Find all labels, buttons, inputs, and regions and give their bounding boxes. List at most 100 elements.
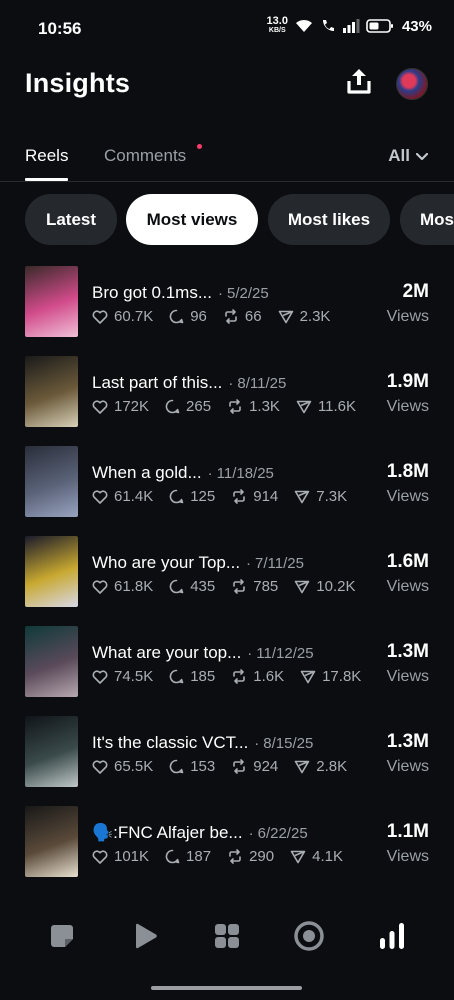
nav-reels[interactable] <box>127 920 163 956</box>
nav-target[interactable] <box>291 920 327 956</box>
reel-title-line: It's the classic VCT... · 8/15/25 <box>92 733 313 753</box>
shares-stat: 10.2K <box>294 578 355 595</box>
reel-row[interactable]: Bro got 0.1ms... · 5/2/25 60.7K 96 66 2.3K 2M Vi… <box>0 266 454 338</box>
signal-icon <box>342 18 360 34</box>
reposts-stat: 785 <box>231 578 278 595</box>
views-count: 1.8M <box>386 461 429 482</box>
nav-threads[interactable] <box>44 920 80 956</box>
chip-most-views[interactable]: Most views <box>126 194 258 245</box>
shares-count: 7.3K <box>316 488 348 505</box>
header: Insights <box>0 60 454 106</box>
reel-title-line: Last part of this... · 8/11/25 <box>92 373 286 393</box>
reel-row[interactable]: 🗣️:FNC Alfajer be... · 6/22/25 101K 187 290 4.… <box>0 806 454 878</box>
likes-stat: 65.5K <box>92 758 153 775</box>
comment-icon <box>169 579 184 594</box>
reposts-stat: 290 <box>227 848 274 865</box>
shares-count: 10.2K <box>316 578 356 595</box>
likes-count: 61.4K <box>114 488 154 505</box>
comment-icon <box>165 849 180 864</box>
views-label: Views <box>386 398 429 415</box>
likes-count: 61.8K <box>114 578 154 595</box>
reel-title-line: Who are your Top... · 7/11/25 <box>92 553 304 573</box>
title-separator-dot: · <box>228 375 234 392</box>
heart-icon <box>92 759 108 774</box>
shares-stat: 4.1K <box>290 848 343 865</box>
chip-latest[interactable]: Latest <box>25 194 117 245</box>
comment-icon <box>165 399 180 414</box>
reel-stats: 74.5K 185 1.6K 17.8K <box>92 668 377 685</box>
nav-grid[interactable] <box>209 920 245 956</box>
chip-more[interactable]: Mos <box>400 194 454 245</box>
views-count: 1.6M <box>386 551 429 572</box>
likes-count: 101K <box>114 848 150 865</box>
home-indicator[interactable] <box>151 986 302 990</box>
grid-icon <box>212 921 242 956</box>
status-icons: 13.0 KB/S 43% <box>266 15 432 35</box>
reel-title: Bro got 0.1ms... <box>92 283 212 302</box>
reel-stats: 172K 265 1.3K 11.6K <box>92 398 372 415</box>
reel-row[interactable]: Who are your Top... · 7/11/25 61.8K 435 785 10… <box>0 536 454 608</box>
net-speed-value: 13.0 <box>266 15 288 27</box>
filter-dropdown[interactable]: All <box>388 146 429 166</box>
heart-icon <box>92 489 108 504</box>
views-label: Views <box>386 758 429 775</box>
reposts-count: 1.6K <box>253 668 285 685</box>
comments-stat: 125 <box>169 488 215 505</box>
reel-title: Last part of this... <box>92 373 223 392</box>
reel-date: 6/22/25 <box>257 825 308 842</box>
views-count: 1.3M <box>386 641 429 662</box>
heart-icon <box>92 669 108 684</box>
reel-row[interactable]: Last part of this... · 8/11/25 172K 265 1.3K 1… <box>0 356 454 428</box>
reel-thumbnail <box>25 716 78 787</box>
share-icon <box>300 670 316 684</box>
reel-row[interactable]: It's the classic VCT... · 8/15/25 65.5K 153 9… <box>0 716 454 788</box>
views-label: Views <box>386 578 429 595</box>
reel-title-line: When a gold... · 11/18/25 <box>92 463 274 483</box>
shares-stat: 11.6K <box>296 398 356 415</box>
share-icon <box>294 580 310 594</box>
shares-count: 11.6K <box>317 398 357 415</box>
comments-stat: 265 <box>165 398 211 415</box>
title-separator-dot: · <box>207 465 213 482</box>
reel-title-line: What are your top... · 11/12/25 <box>92 643 314 663</box>
chip-most-likes[interactable]: Most likes <box>268 194 390 245</box>
views-count: 1.1M <box>386 821 429 842</box>
shares-stat: 2.3K <box>278 308 330 325</box>
likes-stat: 172K <box>92 398 149 415</box>
title-separator-dot: · <box>254 735 260 752</box>
shares-stat: 7.3K <box>294 488 347 505</box>
play-icon <box>130 921 160 956</box>
tab-comments[interactable]: Comments <box>104 146 186 166</box>
reel-row[interactable]: What are your top... · 11/12/25 74.5K 185 1.6… <box>0 626 454 698</box>
heart-icon <box>92 309 108 324</box>
reposts-stat: 66 <box>223 308 262 325</box>
reel-title: Who are your Top... <box>92 553 241 572</box>
call-icon <box>320 18 336 34</box>
reposts-count: 1.3K <box>249 398 280 415</box>
reel-date: 7/11/25 <box>255 555 304 572</box>
reel-title: When a gold... <box>92 463 202 482</box>
upload-button[interactable] <box>342 66 376 100</box>
reposts-stat: 1.3K <box>227 398 280 415</box>
comments-count: 96 <box>190 308 207 325</box>
reel-thumbnail <box>25 626 78 697</box>
shares-count: 4.1K <box>312 848 343 865</box>
filter-label: All <box>388 146 410 165</box>
threads-icon <box>47 921 77 956</box>
title-separator-dot: · <box>247 645 253 662</box>
likes-count: 172K <box>114 398 150 415</box>
shares-stat: 2.8K <box>294 758 347 775</box>
likes-count: 74.5K <box>114 668 154 685</box>
heart-icon <box>92 579 108 594</box>
profile-avatar[interactable] <box>396 68 428 100</box>
views-label: Views <box>386 488 429 505</box>
comments-count: 125 <box>190 488 216 505</box>
comments-count: 435 <box>190 578 216 595</box>
reel-date: 8/11/25 <box>237 375 287 392</box>
nav-insights[interactable] <box>374 920 410 956</box>
reposts-stat: 1.6K <box>231 668 284 685</box>
tab-reels[interactable]: Reels <box>25 146 68 166</box>
reel-row[interactable]: When a gold... · 11/18/25 61.4K 125 914 7.3K 1.… <box>0 446 454 518</box>
repost-icon <box>231 669 247 684</box>
reel-date: 11/18/25 <box>216 465 274 482</box>
